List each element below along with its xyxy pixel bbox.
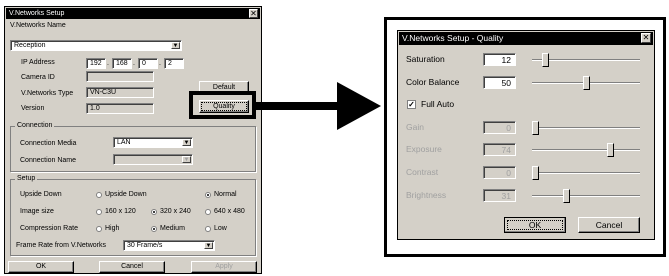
exposure-track: [532, 149, 640, 151]
ip-dot-2: .: [133, 60, 135, 67]
upside-down-label: Upside Down: [20, 191, 62, 198]
option-320x240[interactable]: 320 x 240: [160, 207, 191, 216]
arrow-icon: [255, 82, 381, 130]
option-640x480[interactable]: 640 x 480: [214, 207, 245, 216]
setup-title: V.Networks Setup: [9, 10, 65, 17]
normal-option[interactable]: Normal: [214, 190, 237, 199]
saturation-label: Saturation: [406, 54, 445, 64]
camera-id-field: [86, 71, 154, 82]
connection-name-combo: ▼: [113, 154, 193, 165]
quality-ok-label: OK: [528, 220, 542, 230]
brightness-track: [532, 195, 640, 197]
setup-titlebar: V.Networks Setup ✕: [6, 8, 260, 19]
version-label: Version: [21, 105, 45, 112]
connection-media-label: Connection Media: [20, 140, 77, 147]
saturation-value[interactable]: 12: [483, 53, 516, 66]
radio-320x240[interactable]: [151, 209, 157, 215]
option-high[interactable]: High: [105, 224, 119, 233]
chevron-down-icon[interactable]: ▼: [171, 42, 180, 49]
color-balance-slider[interactable]: [582, 76, 590, 90]
type-label: V.Networks Type: [21, 90, 74, 97]
apply-button: Apply: [191, 261, 257, 273]
connection-name-label: Connection Name: [20, 157, 77, 164]
radio-high[interactable]: [96, 226, 102, 232]
quality-cancel-button[interactable]: Cancel: [578, 217, 640, 233]
option-160x120[interactable]: 160 x 120: [105, 207, 136, 216]
brightness-label: Brightness: [406, 190, 447, 200]
compression-label: Compression Rate: [20, 225, 78, 232]
option-low[interactable]: Low: [214, 224, 227, 233]
quality-highlight-box: [189, 91, 256, 119]
frame-rate-combo[interactable]: 30 Frame/s ▼: [123, 240, 215, 251]
color-balance-label: Color Balance: [406, 77, 460, 87]
upside-down-option[interactable]: Upside Down: [105, 190, 147, 199]
quality-titlebar: V.Networks Setup - Quality ✕: [399, 32, 653, 45]
quality-cancel-label: Cancel: [595, 220, 623, 230]
radio-160x120[interactable]: [96, 209, 102, 215]
contrast-track: [532, 172, 640, 174]
option-medium[interactable]: Medium: [160, 224, 185, 233]
full-auto-checkbox[interactable]: ✓: [407, 100, 416, 109]
quality-ok-button[interactable]: OK: [504, 217, 566, 233]
quality-title: V.Networks Setup - Quality: [402, 33, 504, 43]
connection-group-label: Connection: [15, 122, 55, 130]
exposure-label: Exposure: [406, 144, 442, 154]
color-balance-value[interactable]: 50: [483, 76, 516, 89]
ip-octet-4[interactable]: 2: [164, 58, 184, 69]
connection-media-value: LAN: [117, 139, 131, 146]
radio-normal[interactable]: [205, 192, 211, 198]
ip-octet-3[interactable]: 0: [138, 58, 158, 69]
name-combo[interactable]: Reception ▼: [10, 40, 182, 51]
saturation-slider[interactable]: [542, 53, 550, 67]
ip-dot-1: .: [107, 60, 109, 67]
setup-close-button[interactable]: ✕: [249, 9, 258, 18]
setup-group-label: Setup: [15, 175, 38, 183]
quality-close-button[interactable]: ✕: [641, 33, 651, 43]
radio-640x480[interactable]: [205, 209, 211, 215]
name-combo-value: Reception: [14, 42, 46, 49]
gain-value: 0: [483, 121, 516, 134]
gain-track: [532, 127, 640, 129]
image-size-label: Image size: [20, 208, 54, 215]
contrast-label: Contrast: [406, 167, 439, 177]
ip-label: IP Address: [21, 59, 55, 66]
connection-media-combo[interactable]: LAN ▼: [113, 137, 193, 148]
exposure-value: 74: [483, 143, 516, 156]
setup-window: V.Networks Setup ✕ V.Networks Name Recep…: [4, 6, 262, 274]
radio-upside-down[interactable]: [96, 192, 102, 198]
gain-slider: [532, 121, 539, 135]
chevron-down-icon: ▼: [182, 156, 191, 163]
contrast-value: 0: [483, 166, 516, 179]
chevron-down-icon[interactable]: ▼: [204, 242, 213, 249]
frame-rate-value: 30 Frame/s: [127, 242, 163, 249]
ip-dot-3: .: [159, 60, 161, 67]
connection-group: Connection Connection Media LAN ▼ Connec…: [10, 122, 256, 172]
gain-label: Gain: [406, 122, 424, 132]
contrast-slider: [532, 166, 539, 180]
radio-medium[interactable]: [151, 226, 157, 232]
exposure-slider: [606, 143, 614, 157]
brightness-value: 31: [483, 189, 516, 202]
camera-id-label: Camera ID: [21, 74, 55, 81]
cancel-button[interactable]: Cancel: [99, 261, 165, 273]
brightness-slider: [563, 189, 571, 203]
chevron-down-icon[interactable]: ▼: [182, 139, 191, 146]
frame-rate-label: Frame Rate from V.Networks: [16, 242, 106, 249]
full-auto-label[interactable]: Full Auto: [421, 99, 454, 110]
name-label: V.Networks Name: [10, 22, 66, 29]
check-icon: ✓: [408, 100, 415, 109]
ok-button[interactable]: OK: [8, 261, 74, 273]
quality-window: V.Networks Setup - Quality ✕ Saturation …: [397, 30, 655, 240]
ip-octet-1[interactable]: 192: [86, 58, 106, 69]
radio-low[interactable]: [205, 226, 211, 232]
setup-group: Setup Upside Down Upside Down Normal Ima…: [10, 175, 256, 256]
version-field: 1.0: [86, 103, 154, 114]
type-field: VN-C3U: [86, 87, 154, 98]
ip-octet-2[interactable]: 168: [112, 58, 132, 69]
